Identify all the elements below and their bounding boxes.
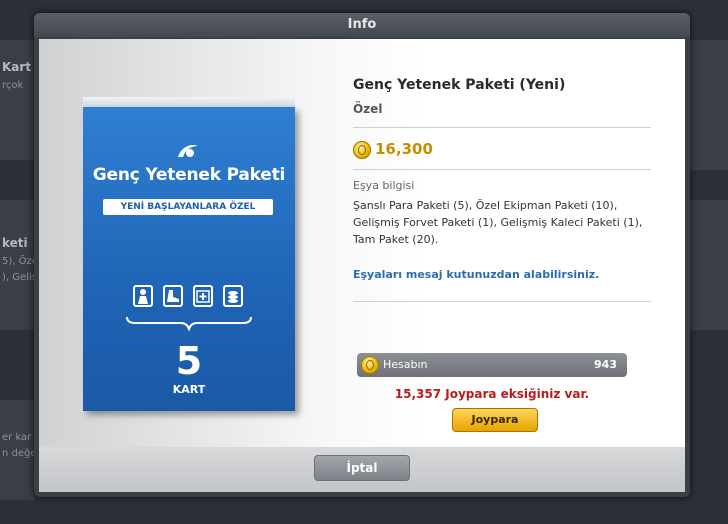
account-balance-value: 943 [594, 358, 617, 371]
package-title: Genç Yetenek Paketi [92, 165, 286, 185]
item-title: Genç Yetenek Paketi (Yeni) [353, 77, 566, 93]
package-box-top [83, 97, 295, 107]
divider [353, 127, 651, 128]
background-text: n değe [2, 448, 37, 459]
divider [353, 301, 651, 302]
account-balance-bar: Hesabın 943 [357, 353, 627, 377]
package-badge: YENİ BAŞLAYANLARA ÖZEL [103, 199, 273, 215]
item-info-text: Şanslı Para Paketi (5), Özel Ekipman Pak… [353, 199, 643, 246]
cancel-button[interactable]: İptal [314, 455, 410, 481]
coin-icon [353, 141, 371, 159]
package-card-count: 5 [175, 339, 203, 383]
boot-icon [163, 285, 183, 307]
dialog-footer: İptal [39, 447, 685, 492]
info-dialog: Info Genç Yetenek Paketi YENİ BAŞLAYANLA… [34, 13, 690, 497]
background-text: Kart [2, 60, 32, 74]
medkit-icon [193, 285, 213, 307]
package-image: Genç Yetenek Paketi YENİ BAŞLAYANLARA ÖZ… [83, 107, 295, 411]
stack-icon [223, 285, 243, 307]
joypara-button[interactable]: Joypara [452, 408, 538, 432]
dialog-title: Info [34, 13, 690, 37]
background-text: keti [2, 236, 28, 250]
shortage-text: 15,357 Joypara eksiğiniz var. [394, 387, 590, 401]
background-text: rçok [2, 80, 24, 91]
dialog-body: Genç Yetenek Paketi YENİ BAŞLAYANLARA ÖZ… [39, 39, 685, 447]
account-balance-label: Hesabın [383, 358, 428, 371]
background-card [690, 40, 728, 170]
package-card-count-label: KART [172, 383, 206, 396]
background-text: er kar [2, 432, 32, 443]
brace-icon [126, 316, 252, 331]
item-subtitle: Özel [353, 102, 383, 116]
item-info-label: Eşya bilgisi [353, 179, 415, 192]
divider [353, 169, 651, 170]
player-icon [133, 285, 153, 307]
item-price: 16,300 [375, 140, 433, 158]
background-card [690, 200, 728, 330]
background-card [0, 40, 34, 160]
coin-icon [361, 356, 379, 374]
background-text: 5), Öze [2, 256, 38, 267]
mailbox-note: Eşyaları mesaj kutunuzdan alabilirsiniz. [353, 268, 600, 281]
background-text: ), Geliş [2, 272, 37, 283]
package-icons [133, 285, 245, 311]
package-logo-icon [178, 145, 198, 157]
